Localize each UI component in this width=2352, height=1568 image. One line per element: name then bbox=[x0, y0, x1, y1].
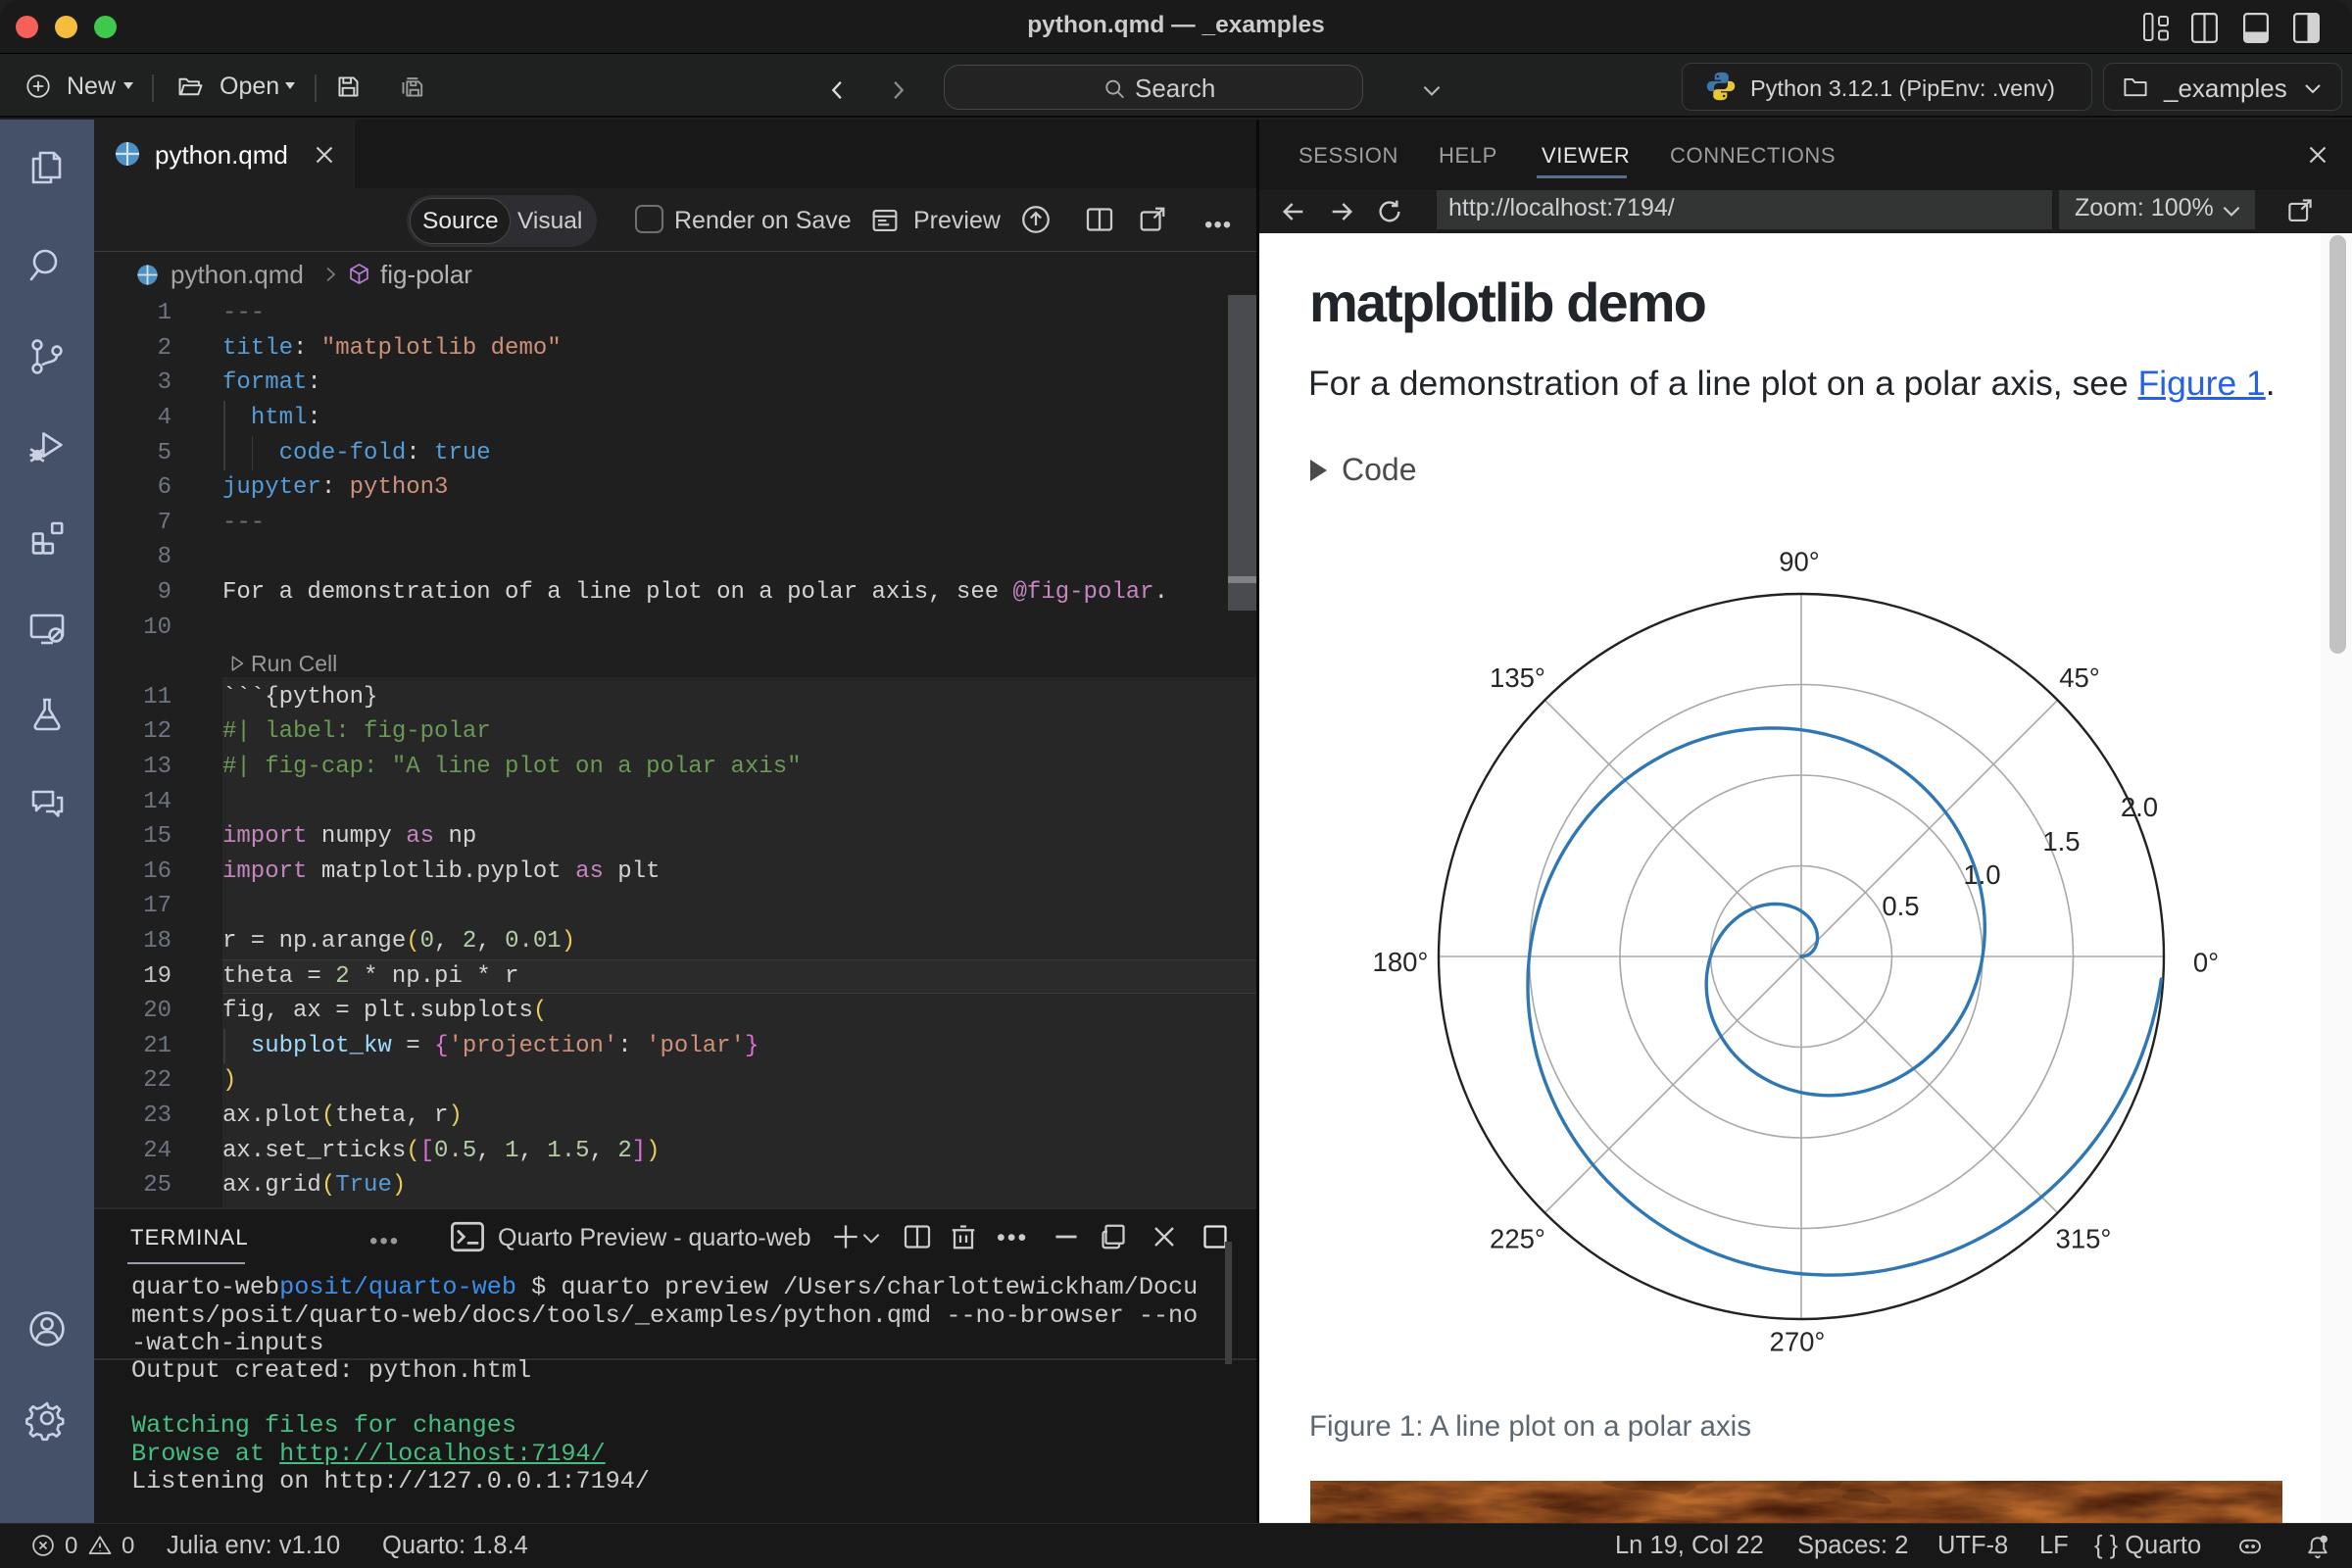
svg-text:135°: 135° bbox=[1490, 662, 1545, 693]
svg-text:90°: 90° bbox=[1779, 547, 1820, 577]
svg-text:1.5: 1.5 bbox=[2042, 826, 2080, 857]
svg-text:0°: 0° bbox=[2193, 948, 2219, 978]
svg-text:180°: 180° bbox=[1373, 947, 1429, 977]
svg-text:225°: 225° bbox=[1490, 1224, 1545, 1254]
svg-text:1.0: 1.0 bbox=[1963, 859, 2000, 890]
svg-text:45°: 45° bbox=[2059, 662, 2100, 693]
svg-text:315°: 315° bbox=[2056, 1224, 2112, 1254]
svg-text:2.0: 2.0 bbox=[2121, 792, 2158, 822]
svg-text:0.5: 0.5 bbox=[1882, 891, 1919, 921]
svg-text:270°: 270° bbox=[1770, 1327, 1826, 1357]
